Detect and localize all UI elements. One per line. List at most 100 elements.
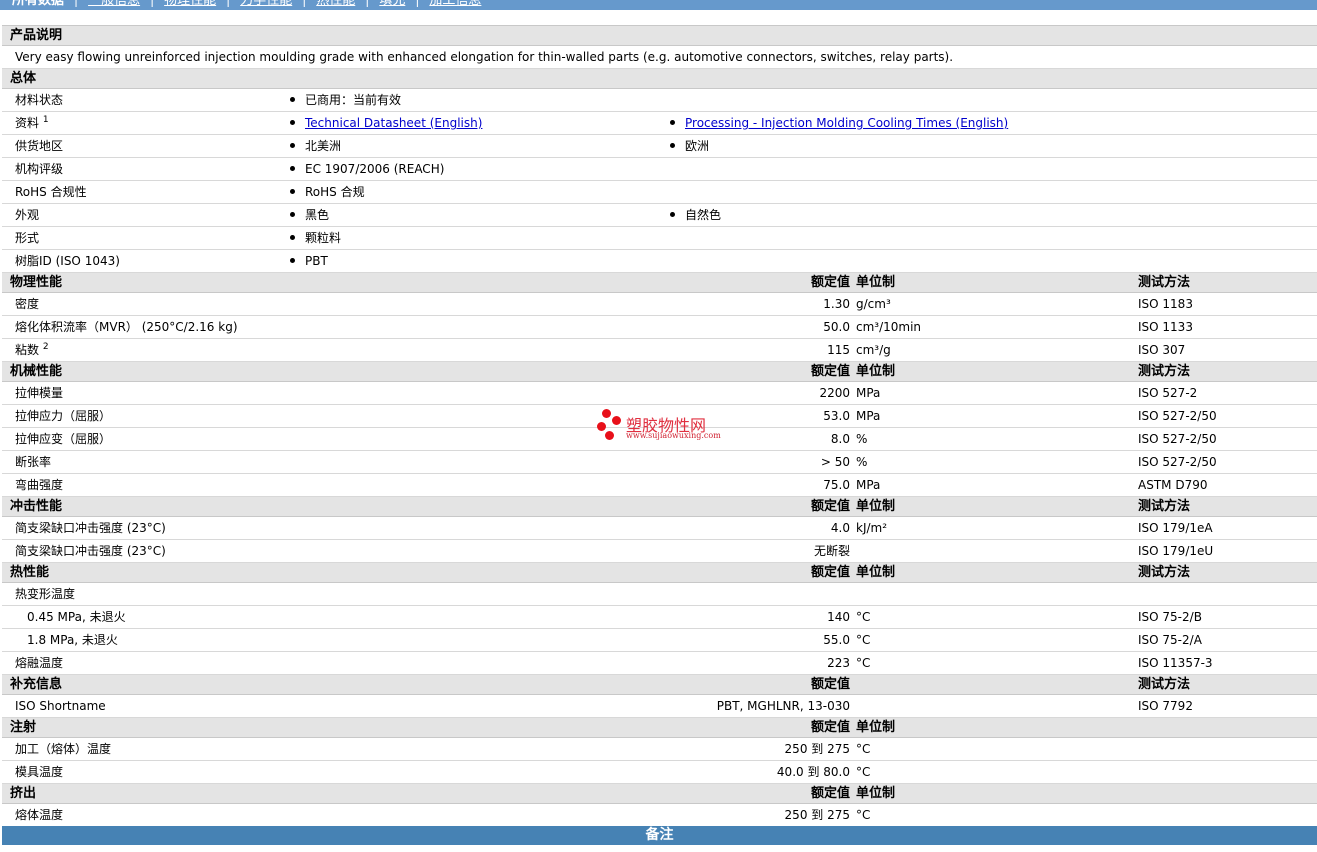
rated-value: 140: [827, 610, 850, 624]
unit: cm³/g: [856, 343, 891, 357]
row-label: 熔融温度: [15, 652, 63, 674]
unit: MPa: [856, 386, 881, 400]
unit: %: [856, 455, 868, 469]
rated-value: 75.0: [823, 478, 850, 492]
header-unit: 单位制: [856, 720, 896, 735]
footnote-marker: 2: [42, 342, 49, 352]
nav-link[interactable]: 力学性能: [240, 0, 292, 8]
bullet-text: RoHS 合规: [305, 185, 365, 199]
rated-value: 1.30: [823, 297, 850, 311]
table-row: 资料 1 Technical Datasheet (English) Process…: [2, 112, 1317, 135]
section-header: 总体: [2, 69, 1317, 89]
test-method: ISO 1183: [1138, 297, 1193, 311]
label-text: RoHS 合规性: [15, 185, 87, 199]
unit: °C: [856, 610, 871, 624]
bullet-item: 北美洲: [290, 135, 341, 157]
row-label: 熔化体积流率（MVR） (250°C/2.16 kg): [15, 316, 238, 338]
bullet-text: 已商用：当前有效: [305, 93, 402, 107]
bullet-item: 欧洲: [670, 135, 709, 157]
bullet-icon: [670, 120, 675, 125]
table-row: 树脂ID (ISO 1043) PBT: [2, 250, 1317, 273]
unit: g/cm³: [856, 297, 891, 311]
row-label: 简支梁缺口冲击强度 (23°C): [15, 540, 166, 562]
row-label: 拉伸模量: [15, 382, 63, 404]
label-text: 外观: [15, 208, 40, 222]
bullet-item: 黑色: [290, 204, 329, 226]
row-label: 形式: [15, 227, 39, 249]
row-label: ISO Shortname: [15, 695, 106, 717]
row-label: 弯曲强度: [15, 474, 63, 496]
document-link[interactable]: Technical Datasheet (English): [305, 116, 482, 130]
unit: °C: [856, 656, 871, 670]
test-method: ISO 179/1eA: [1138, 521, 1213, 535]
table-row: Very easy flowing unreinforced injection…: [2, 46, 1317, 69]
nav-separator: |: [365, 0, 370, 7]
top-nav: 所有数据 | 一般信息 | 物理性能 | 力学性能 | 热性能 | 填充 | 加工信息: [0, 0, 1317, 10]
table-row: 简支梁缺口冲击强度 (23°C) 4.0 kJ/m² ISO 179/1eA: [2, 517, 1317, 540]
unit: MPa: [856, 478, 881, 492]
unit: °C: [856, 633, 871, 647]
label-text: 弯曲强度: [15, 478, 64, 492]
label-text: 机构评级: [15, 162, 64, 176]
label-text: 熔化体积流率（MVR） (250°C/2.16 kg): [15, 320, 238, 334]
label-text: 断张率: [15, 455, 52, 469]
row-label: 粘数 2: [15, 339, 49, 361]
test-method: ISO 527-2/50: [1138, 455, 1217, 469]
row-label: RoHS 合规性: [15, 181, 87, 203]
row-label: 机构评级: [15, 158, 63, 180]
unit: kJ/m²: [856, 521, 888, 535]
nav-link[interactable]: 热性能: [316, 0, 355, 8]
table-row: 粘数 2 115 cm³/g ISO 307: [2, 339, 1317, 362]
rated-value: PBT, MGHLNR, 13-030: [716, 699, 850, 713]
bullet-item: 自然色: [670, 204, 721, 226]
header-rated-value: 额定值: [810, 499, 850, 514]
label-text: 拉伸应力（屈服）: [15, 409, 112, 423]
bullet-icon: [290, 120, 295, 125]
row-label: 资料 1: [15, 112, 49, 134]
section-title: 机械性能: [10, 364, 63, 379]
row-label: 简支梁缺口冲击强度 (23°C): [15, 517, 166, 539]
header-rated-value: 额定值: [810, 786, 850, 801]
bullet-text: 北美洲: [305, 139, 342, 153]
table-row: 熔融温度 223 °C ISO 11357-3: [2, 652, 1317, 675]
label-text: 资料: [15, 116, 40, 130]
rated-value: 250 到 275: [784, 742, 850, 756]
nav-separator: |: [226, 0, 231, 7]
document-link[interactable]: Processing - Injection Molding Cooling T…: [685, 116, 1008, 130]
bullet-text: 颗粒料: [305, 231, 342, 245]
nav-link[interactable]: 所有数据: [12, 0, 64, 8]
row-label: 断张率: [15, 451, 51, 473]
watermark-logo: 塑胶物性网 www.sujiaowuxing.com: [596, 407, 726, 447]
bullet-item: 颗粒料: [290, 227, 341, 249]
bullet-icon: [290, 235, 295, 240]
label-text: 模具温度: [15, 765, 64, 779]
rated-value: 8.0: [830, 432, 850, 446]
label-text: 熔体温度: [15, 808, 64, 822]
nav-link[interactable]: 一般信息: [88, 0, 140, 8]
spacer: [2, 10, 1317, 26]
bullet-item: Technical Datasheet (English): [290, 112, 482, 134]
test-method: ISO 527-2/50: [1138, 409, 1217, 423]
test-method: ISO 527-2: [1138, 386, 1198, 400]
test-method: ASTM D790: [1138, 478, 1208, 492]
header-unit: 单位制: [856, 364, 896, 379]
label-text: 拉伸模量: [15, 386, 64, 400]
row-label: 模具温度: [15, 761, 63, 783]
nav-link[interactable]: 物理性能: [164, 0, 216, 8]
label-text: 拉伸应变（屈服）: [15, 432, 112, 446]
row-label: 熔体温度: [15, 804, 63, 826]
table-row: 熔化体积流率（MVR） (250°C/2.16 kg) 50.0 cm³/10min…: [2, 316, 1317, 339]
test-method: ISO 11357-3: [1138, 656, 1213, 670]
unit: MPa: [856, 409, 881, 423]
nav-separator: |: [415, 0, 420, 7]
section-header: 机械性能 额定值 单位制 测试方法: [2, 362, 1317, 382]
nav-separator: |: [150, 0, 155, 7]
unit: %: [856, 432, 868, 446]
bullet-icon: [290, 143, 295, 148]
row-label: 加工（熔体）温度: [15, 738, 111, 760]
nav-link[interactable]: 填充: [379, 0, 405, 8]
nav-link[interactable]: 加工信息: [429, 0, 481, 8]
header-test-method: 测试方法: [1138, 364, 1191, 379]
test-method: ISO 75-2/B: [1138, 610, 1202, 624]
label-text: 1.8 MPa, 未退火: [27, 633, 118, 647]
